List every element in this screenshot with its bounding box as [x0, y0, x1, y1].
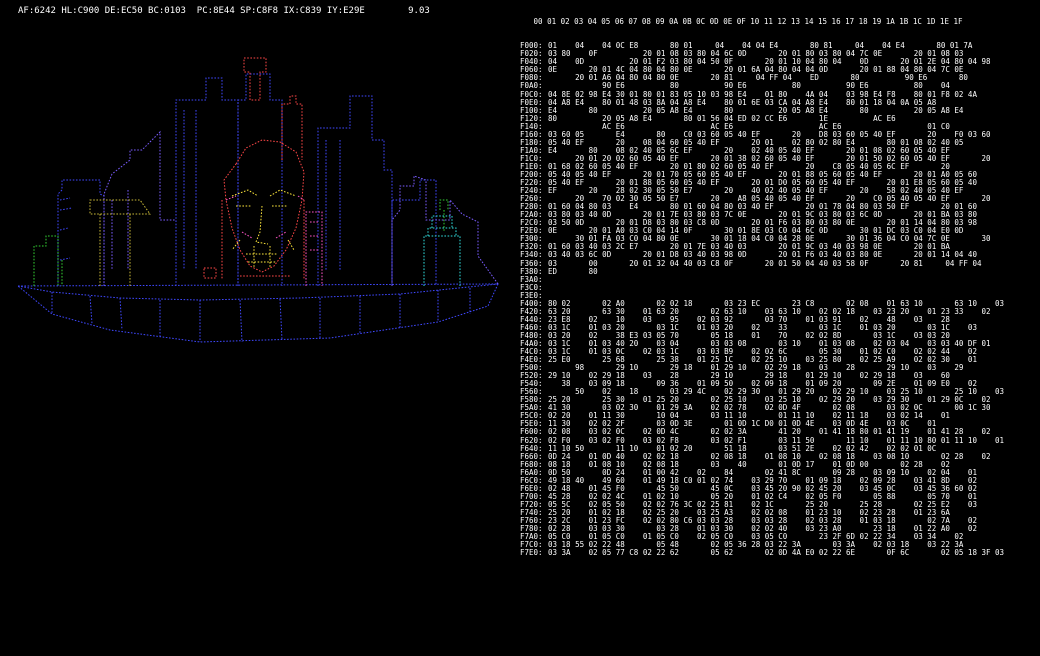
building-right-low: [391, 179, 437, 286]
platform-left: [89, 199, 151, 286]
building-violet-right: [391, 175, 499, 286]
hex-dump-address: F7E0:: [520, 548, 543, 558]
hex-dump-bytes: 03 00 20 01 32 04 40 03 C8 0F 20 01 50 0…: [548, 258, 982, 268]
hex-dump-header: 00 01 02 03 04 05 06 07 08 09 0A 0B 0C 0…: [520, 17, 963, 27]
hex-dump-row: F380: ED 80: [520, 266, 1038, 276]
hex-dump-bytes: ED 80: [548, 266, 598, 276]
wireframe-city-scene: [16, 57, 499, 343]
building-violet-left: [103, 130, 176, 286]
register-status-line: AF:6242 HL:C900 DE:EC50 BC:0103 PC:8E44 …: [18, 6, 430, 16]
island-base: [16, 283, 499, 343]
hex-dump-bytes: 03 3A 02 05 77 C8 02 22 62 05 62 02 0D 4…: [548, 548, 1005, 558]
building-pink: [305, 211, 323, 286]
building-right-stack: [317, 95, 393, 286]
red-antenna-tower: [243, 57, 267, 101]
building-green-left: [33, 235, 63, 286]
face-features: [231, 189, 297, 268]
red-spire: [281, 95, 303, 160]
water-tower: [423, 215, 461, 286]
hex-dump-rows: F000: 01 04 04 0C E8 80 01 04 04 04 E4 80…: [520, 42, 1038, 557]
hex-dump-row: F3A0:: [520, 275, 1038, 284]
building-tall-left: [175, 77, 239, 286]
building-left-tower: [57, 179, 105, 286]
memory-hex-dump: 00 01 02 03 04 05 06 07 08 09 0A 0B 0C 0…: [520, 2, 1038, 654]
hex-dump-row: F3C0:: [520, 283, 1038, 292]
hex-dump-row: F7E0: 03 3A 02 05 77 C8 02 22 62 05 62 02…: [520, 549, 1038, 557]
